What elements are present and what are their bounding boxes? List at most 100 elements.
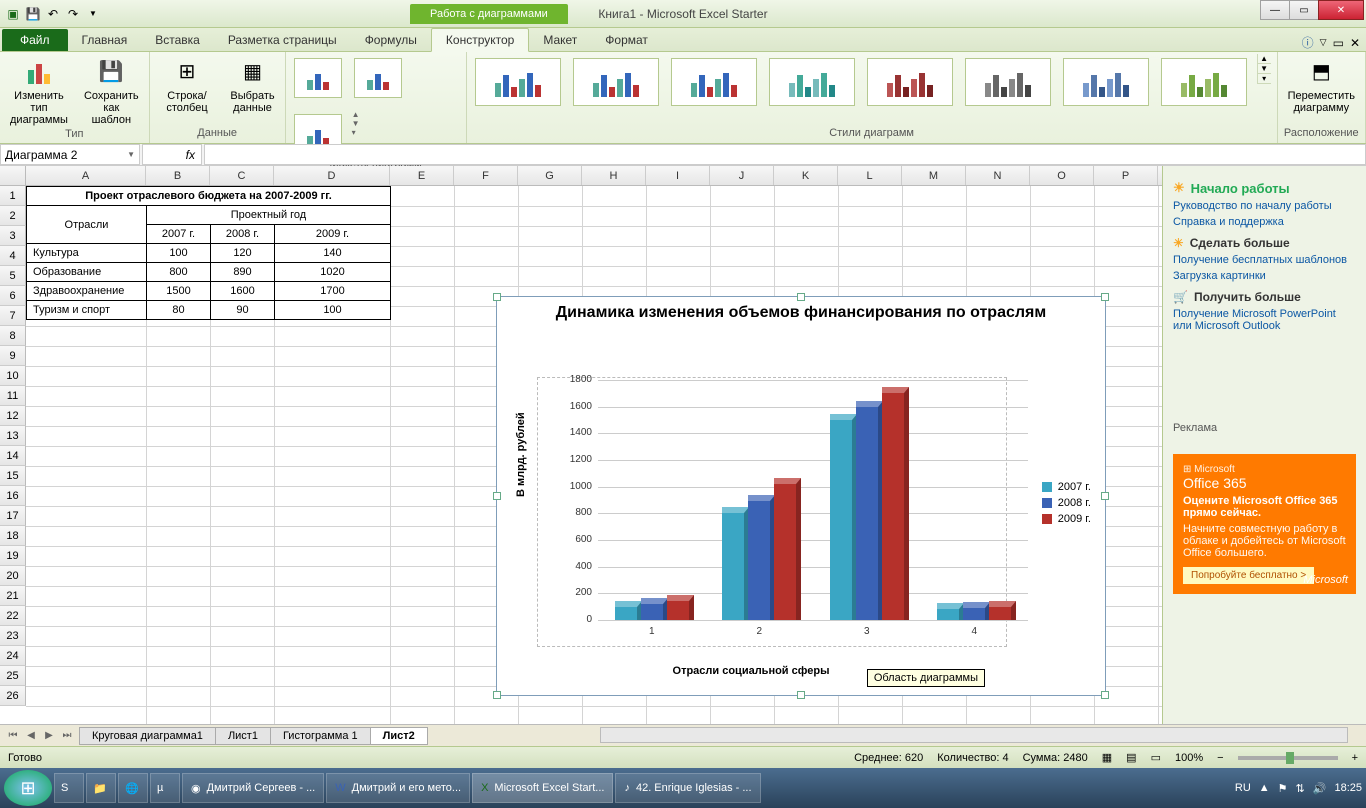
row-header[interactable]: 18 (0, 526, 26, 546)
column-header[interactable]: I (646, 166, 710, 185)
chart-style-thumb[interactable] (1161, 58, 1247, 106)
bar[interactable] (856, 401, 883, 620)
bar[interactable] (748, 495, 775, 620)
row-header[interactable]: 14 (0, 446, 26, 466)
bar[interactable] (667, 595, 694, 620)
taskbar-pinned[interactable]: S (54, 773, 84, 803)
column-header[interactable]: J (710, 166, 774, 185)
taskbar-pinned[interactable]: 📁 (86, 773, 116, 803)
styles-scroll-up-icon[interactable]: ▲ (1258, 54, 1271, 64)
start-button[interactable]: ⊞ (4, 770, 52, 806)
chart-style-thumb[interactable] (671, 58, 757, 106)
bar[interactable] (641, 598, 668, 620)
bar[interactable] (774, 478, 801, 620)
column-header[interactable]: O (1030, 166, 1094, 185)
zoom-level[interactable]: 100% (1175, 752, 1203, 764)
horizontal-scrollbar[interactable] (600, 727, 1348, 743)
selection-handle[interactable] (1101, 293, 1109, 301)
tab-nav-last-icon[interactable]: ⏭ (58, 730, 76, 741)
taskbar-pinned[interactable]: 🌐 (118, 773, 148, 803)
row-header[interactable]: 19 (0, 546, 26, 566)
view-page-layout-icon[interactable]: ▤ (1126, 751, 1136, 764)
tab-nav-prev-icon[interactable]: ◀ (22, 730, 40, 741)
taskbar-item[interactable]: ♪42. Enrique Iglesias - ... (615, 773, 760, 803)
taskbar-item[interactable]: WДмитрий и его мето... (326, 773, 470, 803)
row-header[interactable]: 17 (0, 506, 26, 526)
bar[interactable] (615, 601, 642, 620)
selection-handle[interactable] (1101, 492, 1109, 500)
bar[interactable] (722, 507, 749, 620)
row-header[interactable]: 23 (0, 626, 26, 646)
change-chart-type-button[interactable]: Изменить тип диаграммы (6, 54, 72, 128)
row-header[interactable]: 3 (0, 226, 26, 246)
row-header[interactable]: 22 (0, 606, 26, 626)
plot-area[interactable]: 0200400600800100012001400160018001234 (537, 377, 1007, 647)
chart-object[interactable]: Динамика изменения объемов финансировани… (496, 296, 1106, 696)
minimize-button[interactable]: — (1260, 0, 1290, 20)
legend-item[interactable]: 2008 г. (1042, 497, 1091, 509)
select-all-corner[interactable] (0, 166, 26, 185)
row-header[interactable]: 4 (0, 246, 26, 266)
name-box[interactable]: Диаграмма 2 ▼ (0, 144, 140, 165)
help-icon[interactable]: ⓘ (1302, 34, 1314, 51)
column-header[interactable]: M (902, 166, 966, 185)
move-chart-button[interactable]: ⬒ Переместить диаграмму (1284, 54, 1359, 116)
zoom-slider[interactable] (1238, 756, 1338, 760)
formula-input[interactable] (204, 144, 1366, 165)
bar[interactable] (989, 601, 1016, 620)
chart-title[interactable]: Динамика изменения объемов финансировани… (497, 297, 1105, 324)
selection-handle[interactable] (493, 492, 501, 500)
undo-icon[interactable]: ↶ (44, 5, 62, 23)
row-header[interactable]: 24 (0, 646, 26, 666)
bar[interactable] (937, 603, 964, 620)
column-header[interactable]: H (582, 166, 646, 185)
sheet-tab[interactable]: Лист1 (215, 727, 271, 745)
chart-layout-thumb[interactable] (354, 58, 402, 98)
taskbar-item[interactable]: XMicrosoft Excel Start... (472, 773, 613, 803)
row-header[interactable]: 20 (0, 566, 26, 586)
tray-clock[interactable]: 18:25 (1334, 782, 1362, 794)
row-header[interactable]: 10 (0, 366, 26, 386)
tab-page-layout[interactable]: Разметка страницы (214, 29, 351, 51)
sheet-tab[interactable]: Гистограмма 1 (270, 727, 371, 745)
row-header[interactable]: 21 (0, 586, 26, 606)
cells-grid[interactable]: Проект отраслевого бюджета на 2007-2009 … (26, 186, 1162, 724)
select-data-button[interactable]: ▦ Выбрать данные (226, 54, 278, 116)
bar[interactable] (830, 414, 857, 620)
column-header[interactable]: E (390, 166, 454, 185)
column-header[interactable]: F (454, 166, 518, 185)
row-header[interactable]: 25 (0, 666, 26, 686)
bar[interactable] (963, 602, 990, 620)
chart-style-thumb[interactable] (475, 58, 561, 106)
chart-style-thumb[interactable] (867, 58, 953, 106)
switch-row-column-button[interactable]: ⊞ Строка/столбец (156, 54, 219, 116)
zoom-in-icon[interactable]: + (1352, 752, 1358, 764)
row-header[interactable]: 7 (0, 306, 26, 326)
sheet-tab[interactable]: Круговая диаграмма1 (79, 727, 216, 745)
selection-handle[interactable] (797, 293, 805, 301)
column-header[interactable]: D (274, 166, 390, 185)
row-header[interactable]: 16 (0, 486, 26, 506)
selection-handle[interactable] (493, 293, 501, 301)
column-header[interactable]: C (210, 166, 274, 185)
taskbar-item[interactable]: ◉Дмитрий Сергеев - ... (182, 773, 324, 803)
link-getting-started[interactable]: Руководство по началу работы (1173, 200, 1356, 212)
name-box-dropdown-icon[interactable]: ▼ (127, 150, 135, 159)
legend-item[interactable]: 2007 г. (1042, 481, 1091, 493)
row-header[interactable]: 1 (0, 186, 26, 206)
tab-formulas[interactable]: Формулы (351, 29, 431, 51)
row-header[interactable]: 5 (0, 266, 26, 286)
qat-dropdown-icon[interactable]: ▼ (84, 5, 102, 23)
doc-close-icon[interactable]: ✕ (1350, 36, 1360, 50)
legend-item[interactable]: 2009 г. (1042, 513, 1091, 525)
chart-style-thumb[interactable] (573, 58, 659, 106)
row-header[interactable]: 6 (0, 286, 26, 306)
tab-chart-format[interactable]: Формат (591, 29, 662, 51)
worksheet[interactable]: ABCDEFGHIJKLMNOP 12345678910111213141516… (0, 166, 1162, 724)
doc-restore-icon[interactable]: ▭ (1333, 36, 1344, 50)
tab-home[interactable]: Главная (68, 29, 142, 51)
link-download-image[interactable]: Загрузка картинки (1173, 270, 1356, 282)
row-header[interactable]: 9 (0, 346, 26, 366)
row-header[interactable]: 2 (0, 206, 26, 226)
tray-sound-icon[interactable]: 🔊 (1313, 782, 1327, 795)
